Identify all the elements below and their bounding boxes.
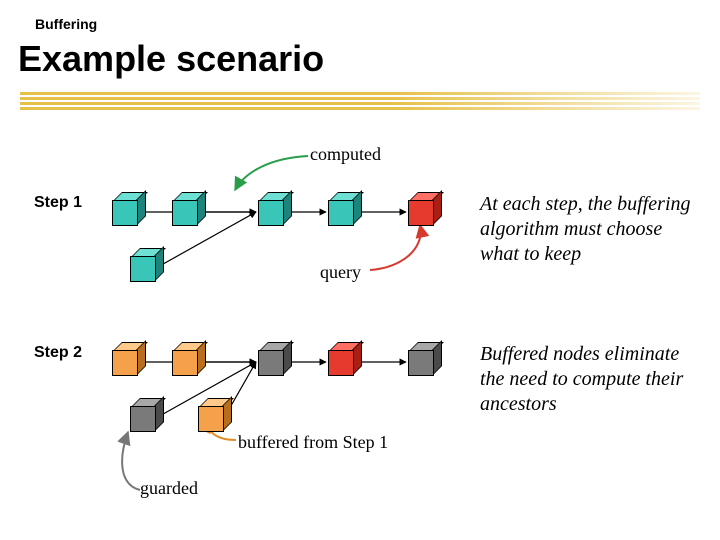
label-step2: Step 2 [34,344,82,362]
annotation-guarded: guarded [140,478,198,499]
node-s2n6 [130,398,158,426]
note-step1: At each step, the buffering algorithm mu… [480,192,700,267]
node-s1n2 [172,192,200,220]
title-underline [20,92,700,114]
node-s2n7 [198,398,226,426]
note-step2: Buffered nodes eliminate the need to com… [480,342,700,417]
node-s1n1 [112,192,140,220]
page-title: Example scenario [18,38,324,80]
annotation-computed: computed [310,144,381,165]
kicker: Buffering [35,16,97,32]
node-s2n5 [408,342,436,370]
node-s1n6 [130,248,158,276]
node-s2n2 [172,342,200,370]
annotation-buffered: buffered from Step 1 [238,432,388,453]
node-s2n4 [328,342,356,370]
node-s1n3 [258,192,286,220]
annotation-query: query [320,262,361,283]
slide: Buffering Example scenario computed quer… [0,0,720,540]
node-s1n5 [408,192,436,220]
label-step1: Step 1 [34,194,82,212]
node-s2n1 [112,342,140,370]
node-s1n4 [328,192,356,220]
node-s2n3 [258,342,286,370]
